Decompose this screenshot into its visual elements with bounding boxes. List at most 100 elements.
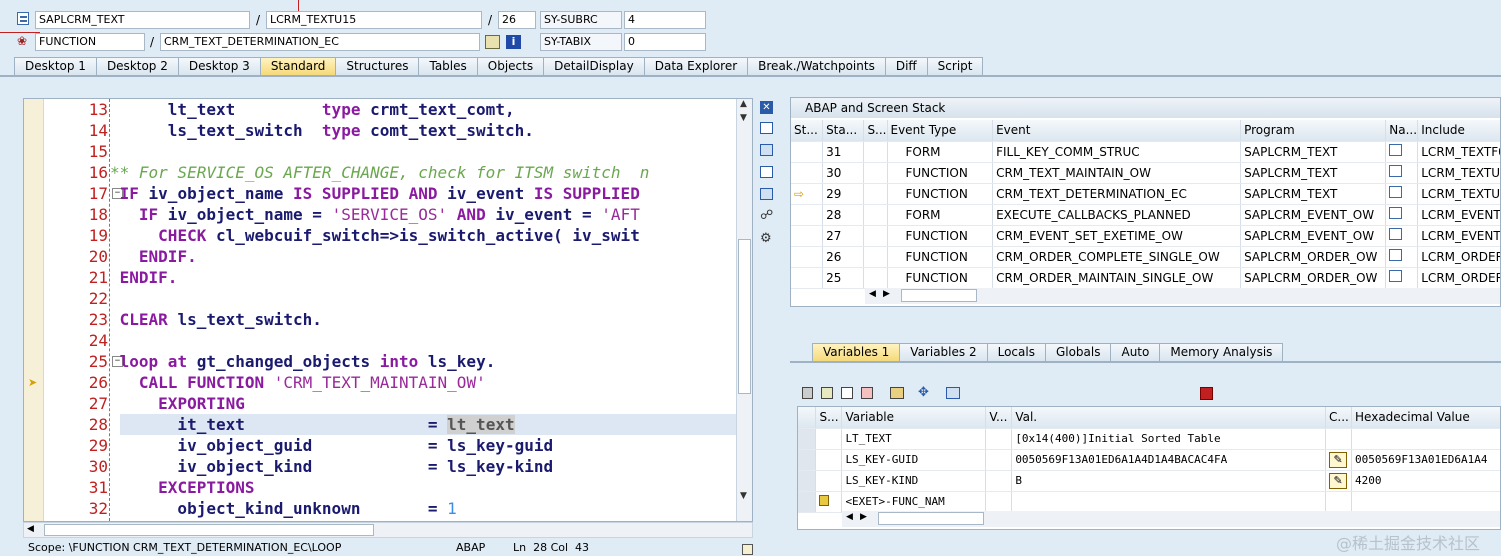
code-line[interactable]: ls_text_switch type comt_text_switch. <box>110 120 534 141</box>
vartab-memory-analysis[interactable]: Memory Analysis <box>1159 343 1284 361</box>
variable-row[interactable]: LS_KEY-GUID 0050569F13A01ED6A1A4D1A4BACAC… <box>798 449 1500 471</box>
code-line[interactable]: lt_text type crmt_text_comt, <box>110 99 515 120</box>
code-line[interactable]: IF iv_object_name IS SUPPLIED AND iv_eve… <box>110 183 640 204</box>
tab-desktop-1[interactable]: Desktop 1 <box>14 57 97 75</box>
tab-diff[interactable]: Diff <box>884 57 928 75</box>
vartab-globals[interactable]: Globals <box>1044 343 1112 361</box>
line-field[interactable]: 26 <box>498 11 536 29</box>
editor-horizontal-scrollbar[interactable]: ◀ <box>23 522 753 538</box>
navigate-icon[interactable] <box>1389 186 1403 198</box>
variables-column-header[interactable]: S... <box>815 407 843 429</box>
variables-column-header[interactable]: C... <box>1325 407 1353 429</box>
code-line[interactable]: IF iv_object_name = 'SERVICE_OS' AND iv_… <box>110 204 640 225</box>
row-selector[interactable] <box>798 428 817 450</box>
variables-column-header[interactable]: V... <box>985 407 1013 429</box>
navigate-icon[interactable] <box>1389 270 1403 282</box>
variable-value[interactable]: B <box>1011 470 1327 492</box>
change-cell[interactable]: ✎ <box>1325 470 1353 492</box>
code-line[interactable]: ENDIF. <box>110 246 197 267</box>
change-cell[interactable]: ✎ <box>1325 449 1353 471</box>
delete-icon[interactable] <box>802 387 813 399</box>
variable-row[interactable]: <EXET>-FUNC_NAM <box>798 491 1500 513</box>
hierarchy-icon[interactable] <box>890 387 904 399</box>
navigate-icon[interactable] <box>1389 165 1403 177</box>
variable-name[interactable]: <EXET>-FUNC_NAM <box>841 491 987 513</box>
scroll-thumb[interactable] <box>878 512 984 525</box>
edit-pencil-icon[interactable]: ✎ <box>1329 472 1348 489</box>
stack-column-header[interactable]: S... <box>863 120 888 142</box>
variables-column-header[interactable]: Variable <box>841 407 987 429</box>
display-list-icon[interactable] <box>485 35 500 49</box>
row-selector[interactable] <box>798 449 817 471</box>
tab-detaildisplay[interactable]: DetailDisplay <box>543 57 645 75</box>
split-icon[interactable] <box>760 144 773 156</box>
stack-column-header[interactable]: Na... <box>1385 120 1419 142</box>
scroll-thumb[interactable] <box>901 289 977 302</box>
row-selector[interactable] <box>798 470 817 492</box>
edit-pencil-icon[interactable]: ✎ <box>1329 451 1348 468</box>
stack-column-header[interactable]: Include <box>1417 120 1500 142</box>
sysubrc-value[interactable]: 4 <box>624 11 706 29</box>
scroll-right-icon[interactable]: ▶ <box>860 512 867 522</box>
scroll-left-icon[interactable]: ◀ <box>869 289 876 299</box>
navigate-icon[interactable] <box>1389 249 1403 261</box>
variable-name[interactable]: LT_TEXT <box>841 428 987 450</box>
tab-tables[interactable]: Tables <box>418 57 478 75</box>
navigate-icon[interactable] <box>1389 207 1403 219</box>
scroll-thumb[interactable] <box>44 524 374 536</box>
code-line[interactable]: CALL FUNCTION 'CRM_TEXT_MAINTAIN_OW' <box>110 372 486 393</box>
move-icon[interactable]: ✥ <box>918 385 929 400</box>
vartab-locals[interactable]: Locals <box>986 343 1046 361</box>
tab-structures[interactable]: Structures <box>335 57 420 75</box>
settings-icon[interactable]: ⚙ <box>760 231 772 246</box>
variable-hex-value[interactable] <box>1351 491 1500 513</box>
variable-value[interactable]: 0050569F13A01ED6A1A4D1A4BACAC4FA <box>1011 449 1327 471</box>
stack-row[interactable]: 30 FUNCTION CRM_TEXT_MAINTAIN_OW SAPLCRM_TE… <box>791 162 1500 184</box>
scroll-down-icon[interactable]: ▼ <box>740 113 747 123</box>
code-line[interactable]: iv_object_guid = ls_key-guid <box>110 435 553 456</box>
vartab-auto[interactable]: Auto <box>1110 343 1161 361</box>
variable-row[interactable]: LS_KEY-KIND B ✎ 4200 <box>798 470 1500 492</box>
list-icon[interactable] <box>841 387 853 399</box>
stack-horizontal-scrollbar[interactable]: ◀ ▶ <box>865 288 1500 304</box>
code-line[interactable]: it_text = lt_text <box>110 414 515 435</box>
folder-icon[interactable] <box>946 387 960 399</box>
info-icon[interactable]: i <box>506 35 521 49</box>
list-delete-icon[interactable] <box>861 387 873 399</box>
tab-data-explorer[interactable]: Data Explorer <box>643 57 749 75</box>
breakpoint-gutter[interactable]: ➤ <box>24 99 44 521</box>
stack-column-header[interactable]: St... <box>791 120 824 142</box>
tab-standard[interactable]: Standard <box>259 57 337 75</box>
variable-row[interactable]: LT_TEXT [0x14(400)]Initial Sorted Table <box>798 428 1500 450</box>
tab-script[interactable]: Script <box>926 57 984 75</box>
stack-column-header[interactable]: Sta... <box>822 120 865 142</box>
vartab-variables-2[interactable]: Variables 2 <box>899 343 988 361</box>
scroll-right-icon[interactable]: ▶ <box>883 289 890 299</box>
navigate-icon[interactable] <box>1389 228 1403 240</box>
vartab-variables-1[interactable]: Variables 1 <box>812 343 901 361</box>
stack-column-header[interactable]: Event <box>992 120 1242 142</box>
variables-column-header[interactable]: Hexadecimal Value <box>1351 407 1500 429</box>
stack-row[interactable]: 31 FORM FILL_KEY_COMM_STRUC SAPLCRM_TEXT LCR… <box>791 141 1500 163</box>
variables-column-header[interactable]: Val. <box>1011 407 1327 429</box>
code-line[interactable]: iv_object_kind = ls_key-kind <box>110 456 553 477</box>
code-line[interactable]: object_kind_unknown = 1 <box>110 498 456 519</box>
variable-hex-value[interactable]: 4200 <box>1351 470 1500 492</box>
maximize-icon[interactable] <box>760 166 773 178</box>
detail-icon[interactable] <box>821 387 833 399</box>
stack-row[interactable]: 28 FORM EXECUTE_CALLBACKS_PLANNED SAPLCRM_E… <box>791 204 1500 226</box>
scroll-left-icon[interactable]: ◀ <box>27 524 34 534</box>
variables-horizontal-scrollbar[interactable]: ◀ ▶ <box>842 511 1500 527</box>
close-icon[interactable]: ✕ <box>760 101 773 114</box>
scroll-thumb[interactable] <box>738 239 751 394</box>
code-line[interactable]: EXPORTING <box>110 393 245 414</box>
stack-row[interactable]: 27 FUNCTION CRM_EVENT_SET_EXETIME_OW SAPLCR… <box>791 225 1500 247</box>
variable-hex-value[interactable] <box>1351 428 1500 450</box>
program-field[interactable]: SAPLCRM_TEXT <box>35 11 250 29</box>
navigate-icon[interactable] <box>1389 144 1403 156</box>
tab-desktop-2[interactable]: Desktop 2 <box>95 57 179 75</box>
stack-column-header[interactable]: Program <box>1240 120 1387 142</box>
variable-hex-value[interactable]: 0050569F13A01ED6A1A4 <box>1351 449 1500 471</box>
stack-row[interactable]: ⇨ 29 FUNCTION CRM_TEXT_DETERMINATION_EC SAPL… <box>791 183 1500 205</box>
new-window-icon[interactable] <box>760 122 773 134</box>
